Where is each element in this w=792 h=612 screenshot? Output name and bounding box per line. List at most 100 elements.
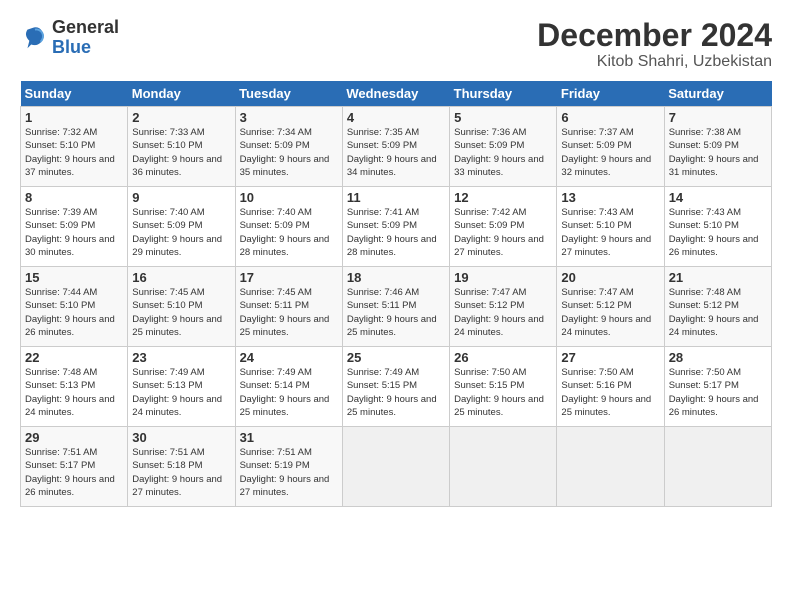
table-row: 23 Sunrise: 7:49 AMSunset: 5:13 PMDaylig… xyxy=(128,347,235,427)
header: General Blue December 2024 Kitob Shahri,… xyxy=(20,18,772,71)
day-info: Sunrise: 7:32 AMSunset: 5:10 PMDaylight:… xyxy=(25,127,115,178)
day-number: 3 xyxy=(240,110,338,125)
day-number: 18 xyxy=(347,270,445,285)
table-row xyxy=(450,427,557,507)
day-number: 10 xyxy=(240,190,338,205)
day-info: Sunrise: 7:47 AMSunset: 5:12 PMDaylight:… xyxy=(454,287,544,338)
calendar-row: 15 Sunrise: 7:44 AMSunset: 5:10 PMDaylig… xyxy=(21,267,772,347)
col-thursday: Thursday xyxy=(450,81,557,107)
col-monday: Monday xyxy=(128,81,235,107)
day-info: Sunrise: 7:40 AMSunset: 5:09 PMDaylight:… xyxy=(132,207,222,258)
day-info: Sunrise: 7:51 AMSunset: 5:18 PMDaylight:… xyxy=(132,447,222,498)
col-tuesday: Tuesday xyxy=(235,81,342,107)
day-number: 12 xyxy=(454,190,552,205)
day-info: Sunrise: 7:37 AMSunset: 5:09 PMDaylight:… xyxy=(561,127,651,178)
day-info: Sunrise: 7:50 AMSunset: 5:15 PMDaylight:… xyxy=(454,367,544,418)
day-info: Sunrise: 7:34 AMSunset: 5:09 PMDaylight:… xyxy=(240,127,330,178)
calendar-table: Sunday Monday Tuesday Wednesday Thursday… xyxy=(20,81,772,507)
table-row: 21 Sunrise: 7:48 AMSunset: 5:12 PMDaylig… xyxy=(664,267,771,347)
table-row: 8 Sunrise: 7:39 AMSunset: 5:09 PMDayligh… xyxy=(21,187,128,267)
day-info: Sunrise: 7:41 AMSunset: 5:09 PMDaylight:… xyxy=(347,207,437,258)
col-friday: Friday xyxy=(557,81,664,107)
day-info: Sunrise: 7:36 AMSunset: 5:09 PMDaylight:… xyxy=(454,127,544,178)
table-row: 1 Sunrise: 7:32 AMSunset: 5:10 PMDayligh… xyxy=(21,107,128,187)
table-row: 25 Sunrise: 7:49 AMSunset: 5:15 PMDaylig… xyxy=(342,347,449,427)
day-info: Sunrise: 7:47 AMSunset: 5:12 PMDaylight:… xyxy=(561,287,651,338)
table-row: 7 Sunrise: 7:38 AMSunset: 5:09 PMDayligh… xyxy=(664,107,771,187)
day-info: Sunrise: 7:35 AMSunset: 5:09 PMDaylight:… xyxy=(347,127,437,178)
day-number: 29 xyxy=(25,430,123,445)
day-number: 28 xyxy=(669,350,767,365)
day-number: 5 xyxy=(454,110,552,125)
table-row: 14 Sunrise: 7:43 AMSunset: 5:10 PMDaylig… xyxy=(664,187,771,267)
day-info: Sunrise: 7:43 AMSunset: 5:10 PMDaylight:… xyxy=(561,207,651,258)
day-info: Sunrise: 7:39 AMSunset: 5:09 PMDaylight:… xyxy=(25,207,115,258)
day-info: Sunrise: 7:43 AMSunset: 5:10 PMDaylight:… xyxy=(669,207,759,258)
table-row: 12 Sunrise: 7:42 AMSunset: 5:09 PMDaylig… xyxy=(450,187,557,267)
day-number: 9 xyxy=(132,190,230,205)
calendar-header-row: Sunday Monday Tuesday Wednesday Thursday… xyxy=(21,81,772,107)
day-number: 16 xyxy=(132,270,230,285)
logo-icon xyxy=(20,24,48,52)
col-saturday: Saturday xyxy=(664,81,771,107)
logo-text: General Blue xyxy=(52,18,119,58)
day-info: Sunrise: 7:50 AMSunset: 5:16 PMDaylight:… xyxy=(561,367,651,418)
logo-general: General xyxy=(52,18,119,38)
day-number: 30 xyxy=(132,430,230,445)
day-number: 26 xyxy=(454,350,552,365)
day-info: Sunrise: 7:44 AMSunset: 5:10 PMDaylight:… xyxy=(25,287,115,338)
day-number: 25 xyxy=(347,350,445,365)
table-row: 13 Sunrise: 7:43 AMSunset: 5:10 PMDaylig… xyxy=(557,187,664,267)
calendar-row: 22 Sunrise: 7:48 AMSunset: 5:13 PMDaylig… xyxy=(21,347,772,427)
day-number: 13 xyxy=(561,190,659,205)
table-row: 6 Sunrise: 7:37 AMSunset: 5:09 PMDayligh… xyxy=(557,107,664,187)
calendar-row: 29 Sunrise: 7:51 AMSunset: 5:17 PMDaylig… xyxy=(21,427,772,507)
day-info: Sunrise: 7:49 AMSunset: 5:13 PMDaylight:… xyxy=(132,367,222,418)
table-row: 17 Sunrise: 7:45 AMSunset: 5:11 PMDaylig… xyxy=(235,267,342,347)
day-number: 21 xyxy=(669,270,767,285)
table-row: 18 Sunrise: 7:46 AMSunset: 5:11 PMDaylig… xyxy=(342,267,449,347)
day-number: 19 xyxy=(454,270,552,285)
table-row: 24 Sunrise: 7:49 AMSunset: 5:14 PMDaylig… xyxy=(235,347,342,427)
table-row: 30 Sunrise: 7:51 AMSunset: 5:18 PMDaylig… xyxy=(128,427,235,507)
table-row: 22 Sunrise: 7:48 AMSunset: 5:13 PMDaylig… xyxy=(21,347,128,427)
page: General Blue December 2024 Kitob Shahri,… xyxy=(0,0,792,612)
calendar-row: 1 Sunrise: 7:32 AMSunset: 5:10 PMDayligh… xyxy=(21,107,772,187)
logo: General Blue xyxy=(20,18,119,58)
day-number: 7 xyxy=(669,110,767,125)
table-row xyxy=(557,427,664,507)
table-row: 5 Sunrise: 7:36 AMSunset: 5:09 PMDayligh… xyxy=(450,107,557,187)
day-info: Sunrise: 7:48 AMSunset: 5:13 PMDaylight:… xyxy=(25,367,115,418)
table-row: 11 Sunrise: 7:41 AMSunset: 5:09 PMDaylig… xyxy=(342,187,449,267)
table-row: 3 Sunrise: 7:34 AMSunset: 5:09 PMDayligh… xyxy=(235,107,342,187)
day-number: 1 xyxy=(25,110,123,125)
table-row: 2 Sunrise: 7:33 AMSunset: 5:10 PMDayligh… xyxy=(128,107,235,187)
day-number: 14 xyxy=(669,190,767,205)
table-row: 28 Sunrise: 7:50 AMSunset: 5:17 PMDaylig… xyxy=(664,347,771,427)
day-number: 20 xyxy=(561,270,659,285)
table-row: 27 Sunrise: 7:50 AMSunset: 5:16 PMDaylig… xyxy=(557,347,664,427)
day-info: Sunrise: 7:46 AMSunset: 5:11 PMDaylight:… xyxy=(347,287,437,338)
calendar-row: 8 Sunrise: 7:39 AMSunset: 5:09 PMDayligh… xyxy=(21,187,772,267)
day-info: Sunrise: 7:38 AMSunset: 5:09 PMDaylight:… xyxy=(669,127,759,178)
day-number: 6 xyxy=(561,110,659,125)
day-number: 23 xyxy=(132,350,230,365)
day-number: 4 xyxy=(347,110,445,125)
day-info: Sunrise: 7:50 AMSunset: 5:17 PMDaylight:… xyxy=(669,367,759,418)
table-row: 10 Sunrise: 7:40 AMSunset: 5:09 PMDaylig… xyxy=(235,187,342,267)
table-row: 31 Sunrise: 7:51 AMSunset: 5:19 PMDaylig… xyxy=(235,427,342,507)
day-number: 15 xyxy=(25,270,123,285)
title-block: December 2024 Kitob Shahri, Uzbekistan xyxy=(537,18,772,71)
day-info: Sunrise: 7:48 AMSunset: 5:12 PMDaylight:… xyxy=(669,287,759,338)
day-info: Sunrise: 7:51 AMSunset: 5:19 PMDaylight:… xyxy=(240,447,330,498)
day-info: Sunrise: 7:33 AMSunset: 5:10 PMDaylight:… xyxy=(132,127,222,178)
table-row xyxy=(342,427,449,507)
day-info: Sunrise: 7:51 AMSunset: 5:17 PMDaylight:… xyxy=(25,447,115,498)
page-subtitle: Kitob Shahri, Uzbekistan xyxy=(537,53,772,71)
day-info: Sunrise: 7:49 AMSunset: 5:14 PMDaylight:… xyxy=(240,367,330,418)
table-row: 4 Sunrise: 7:35 AMSunset: 5:09 PMDayligh… xyxy=(342,107,449,187)
page-title: December 2024 xyxy=(537,18,772,53)
day-info: Sunrise: 7:40 AMSunset: 5:09 PMDaylight:… xyxy=(240,207,330,258)
day-number: 24 xyxy=(240,350,338,365)
day-info: Sunrise: 7:42 AMSunset: 5:09 PMDaylight:… xyxy=(454,207,544,258)
